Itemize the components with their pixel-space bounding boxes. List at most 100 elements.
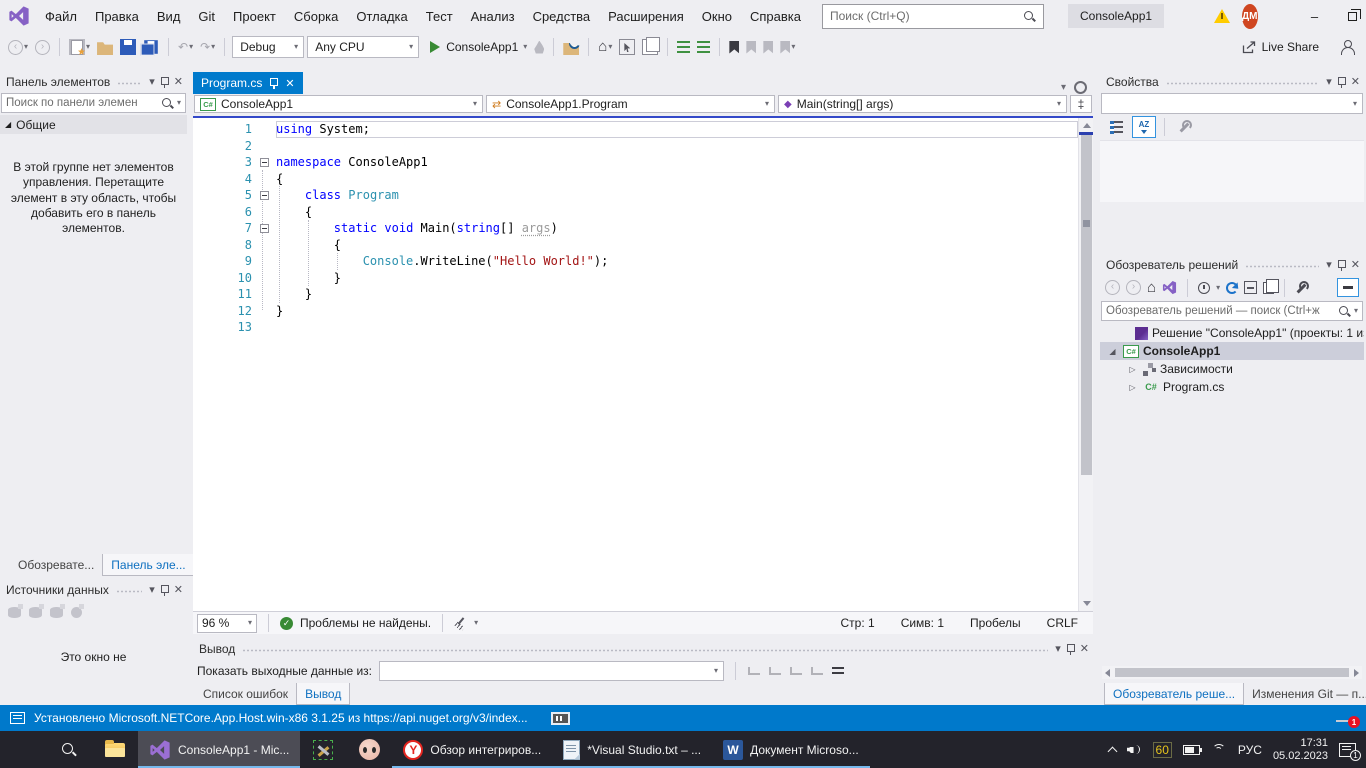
code-editor[interactable]: 1using System;23namespace ConsoleApp14{5… (193, 118, 1093, 611)
zoom-dropdown[interactable]: 96 %▾ (197, 614, 257, 633)
toolbox-title-bar[interactable]: Панель элементов ▾ ✕ (0, 72, 187, 92)
feedback-button[interactable] (1338, 36, 1356, 58)
tree-item-project[interactable]: ◢C#ConsoleApp1 (1100, 342, 1364, 360)
drag-grip[interactable] (242, 647, 1048, 652)
solution-search-box[interactable]: Обозреватель решений — поиск (Ctrl+ж ▾ (1101, 301, 1363, 321)
close-icon[interactable]: ✕ (1351, 260, 1360, 271)
home-icon[interactable]: ⌂ (1147, 280, 1156, 296)
tree-item-dependencies[interactable]: ▷Зависимости (1100, 360, 1364, 378)
duplicate-button[interactable] (640, 36, 660, 58)
code-line-10[interactable]: 10 } (193, 270, 1078, 287)
scroll-up-icon[interactable] (1083, 123, 1091, 128)
chevron-down-icon[interactable]: ▾ (608, 43, 612, 51)
horizontal-scrollbar[interactable] (1102, 666, 1362, 679)
close-icon[interactable]: ✕ (285, 77, 294, 90)
menu-Файл[interactable]: Файл (36, 5, 86, 28)
taskbar-explorer[interactable] (92, 731, 138, 768)
code-line-6[interactable]: 6 { (193, 204, 1078, 221)
code-line-12[interactable]: 12} (193, 303, 1078, 320)
menu-Правка[interactable]: Правка (86, 5, 148, 28)
start-debugging-button[interactable]: ConsoleApp1▾ (428, 36, 529, 58)
platform-dropdown[interactable]: Any CPU▾ (307, 36, 419, 58)
background-tasks-icon[interactable] (551, 712, 570, 725)
code-line-1[interactable]: 1using System; (193, 121, 1078, 138)
spaces-indicator[interactable]: Пробелы (957, 616, 1034, 630)
taskbar-isaac[interactable] (346, 731, 392, 768)
document-list-icon[interactable]: ▾ (1061, 83, 1066, 93)
code-cleanup-icon[interactable] (454, 617, 467, 630)
scroll-right-icon[interactable] (1354, 669, 1359, 677)
health-check-icon[interactable]: ✓ (280, 617, 293, 630)
code-line-3[interactable]: 3namespace ConsoleApp1 (193, 154, 1078, 171)
chevron-down-icon[interactable]: ▾ (791, 43, 795, 51)
next-message-icon[interactable] (789, 665, 803, 677)
fold-collapse-icon[interactable] (252, 224, 276, 233)
find-message-icon[interactable] (747, 665, 761, 677)
close-icon[interactable]: ✕ (1351, 77, 1360, 88)
taskbar-tools[interactable] (300, 731, 346, 768)
tray-expand-icon[interactable] (1107, 746, 1117, 756)
code-line-7[interactable]: 7 static void Main(string[] args) (193, 220, 1078, 237)
tab-git-changes[interactable]: Изменения Git — п... (1244, 683, 1366, 705)
fold-collapse-icon[interactable] (252, 191, 276, 200)
chevron-down-icon[interactable]: ▾ (474, 619, 478, 627)
undo-button[interactable]: ↶▾ (176, 36, 195, 58)
show-all-files-icon[interactable] (1263, 282, 1274, 294)
open-file-button[interactable] (95, 36, 115, 58)
quick-search-box[interactable]: Поиск (Ctrl+Q) (822, 4, 1044, 29)
notification-warning-icon[interactable] (1214, 9, 1230, 23)
battery-icon[interactable] (1183, 745, 1200, 755)
add-data-source-icon[interactable] (8, 607, 21, 618)
forward-icon[interactable]: › (1126, 280, 1141, 295)
pin-icon[interactable] (160, 584, 169, 596)
word-wrap-icon[interactable] (831, 665, 845, 677)
user-avatar[interactable]: ДМ (1242, 4, 1257, 29)
menu-Расширения[interactable]: Расширения (599, 5, 693, 28)
tab-error-list[interactable]: Список ошибок (195, 683, 296, 705)
properties-title-bar[interactable]: Свойства ▾ ✕ (1100, 72, 1364, 92)
split-editor-button[interactable]: ‡ (1070, 95, 1092, 113)
taskbar-start[interactable] (0, 731, 46, 768)
select-element-button[interactable] (617, 36, 637, 58)
tree-item-program-cs[interactable]: ▷C#Program.cs (1100, 378, 1364, 396)
pin-icon[interactable] (160, 76, 169, 88)
taskbar-visual-studio[interactable]: ConsoleApp1 - Mic... (138, 731, 300, 768)
code-line-4[interactable]: 4{ (193, 171, 1078, 188)
home-button[interactable]: ⌂▾ (596, 36, 614, 58)
gear-icon[interactable] (1074, 81, 1087, 94)
output-title-bar[interactable]: Вывод ▾ ✕ (193, 639, 1093, 659)
navigate-forward-button[interactable]: › (33, 36, 52, 58)
tab-output[interactable]: Вывод (296, 683, 350, 705)
chevron-down-icon[interactable]: ▾ (1354, 307, 1358, 315)
menu-Окно[interactable]: Окно (693, 5, 741, 28)
menu-Вид[interactable]: Вид (148, 5, 190, 28)
window-menu-icon[interactable]: ▾ (1326, 77, 1332, 88)
expander-icon[interactable]: ▷ (1126, 383, 1139, 392)
window-menu-icon[interactable]: ▾ (149, 585, 155, 596)
minimize-button[interactable]: – (1296, 1, 1334, 31)
window-menu-icon[interactable]: ▾ (1055, 644, 1061, 655)
chevron-down-icon[interactable]: ▾ (1216, 284, 1220, 292)
code-line-5[interactable]: 5 class Program (193, 187, 1078, 204)
redo-button[interactable]: ↷▾ (198, 36, 217, 58)
clear-bookmarks-button[interactable]: ▾ (778, 36, 797, 58)
tab-solution-explorer[interactable]: Обозреватель реше... (1104, 683, 1244, 705)
menu-Отладка[interactable]: Отладка (347, 5, 416, 28)
notifications-button[interactable]: 1 (1338, 710, 1356, 726)
window-menu-icon[interactable]: ▾ (1326, 260, 1332, 271)
drag-grip[interactable] (116, 588, 142, 593)
clear-all-icon[interactable] (810, 665, 824, 677)
properties-object-dropdown[interactable]: ▾ (1101, 93, 1363, 114)
refresh-data-icon[interactable] (71, 607, 82, 618)
language-indicator[interactable]: РУС (1238, 743, 1262, 757)
pin-icon[interactable] (1066, 643, 1075, 655)
live-share-button[interactable]: Live Share (1240, 36, 1321, 58)
save-button[interactable] (118, 36, 138, 58)
chevron-down-icon[interactable]: ▾ (189, 43, 193, 51)
scrollbar-thumb[interactable] (1081, 135, 1092, 475)
save-all-button[interactable] (141, 36, 161, 58)
tab-program-cs[interactable]: Program.cs ✕ (193, 72, 303, 94)
chevron-down-icon[interactable]: ▾ (24, 43, 28, 51)
window-menu-icon[interactable]: ▾ (149, 77, 155, 88)
code-line-9[interactable]: 9 Console.WriteLine("Hello World!"); (193, 253, 1078, 270)
